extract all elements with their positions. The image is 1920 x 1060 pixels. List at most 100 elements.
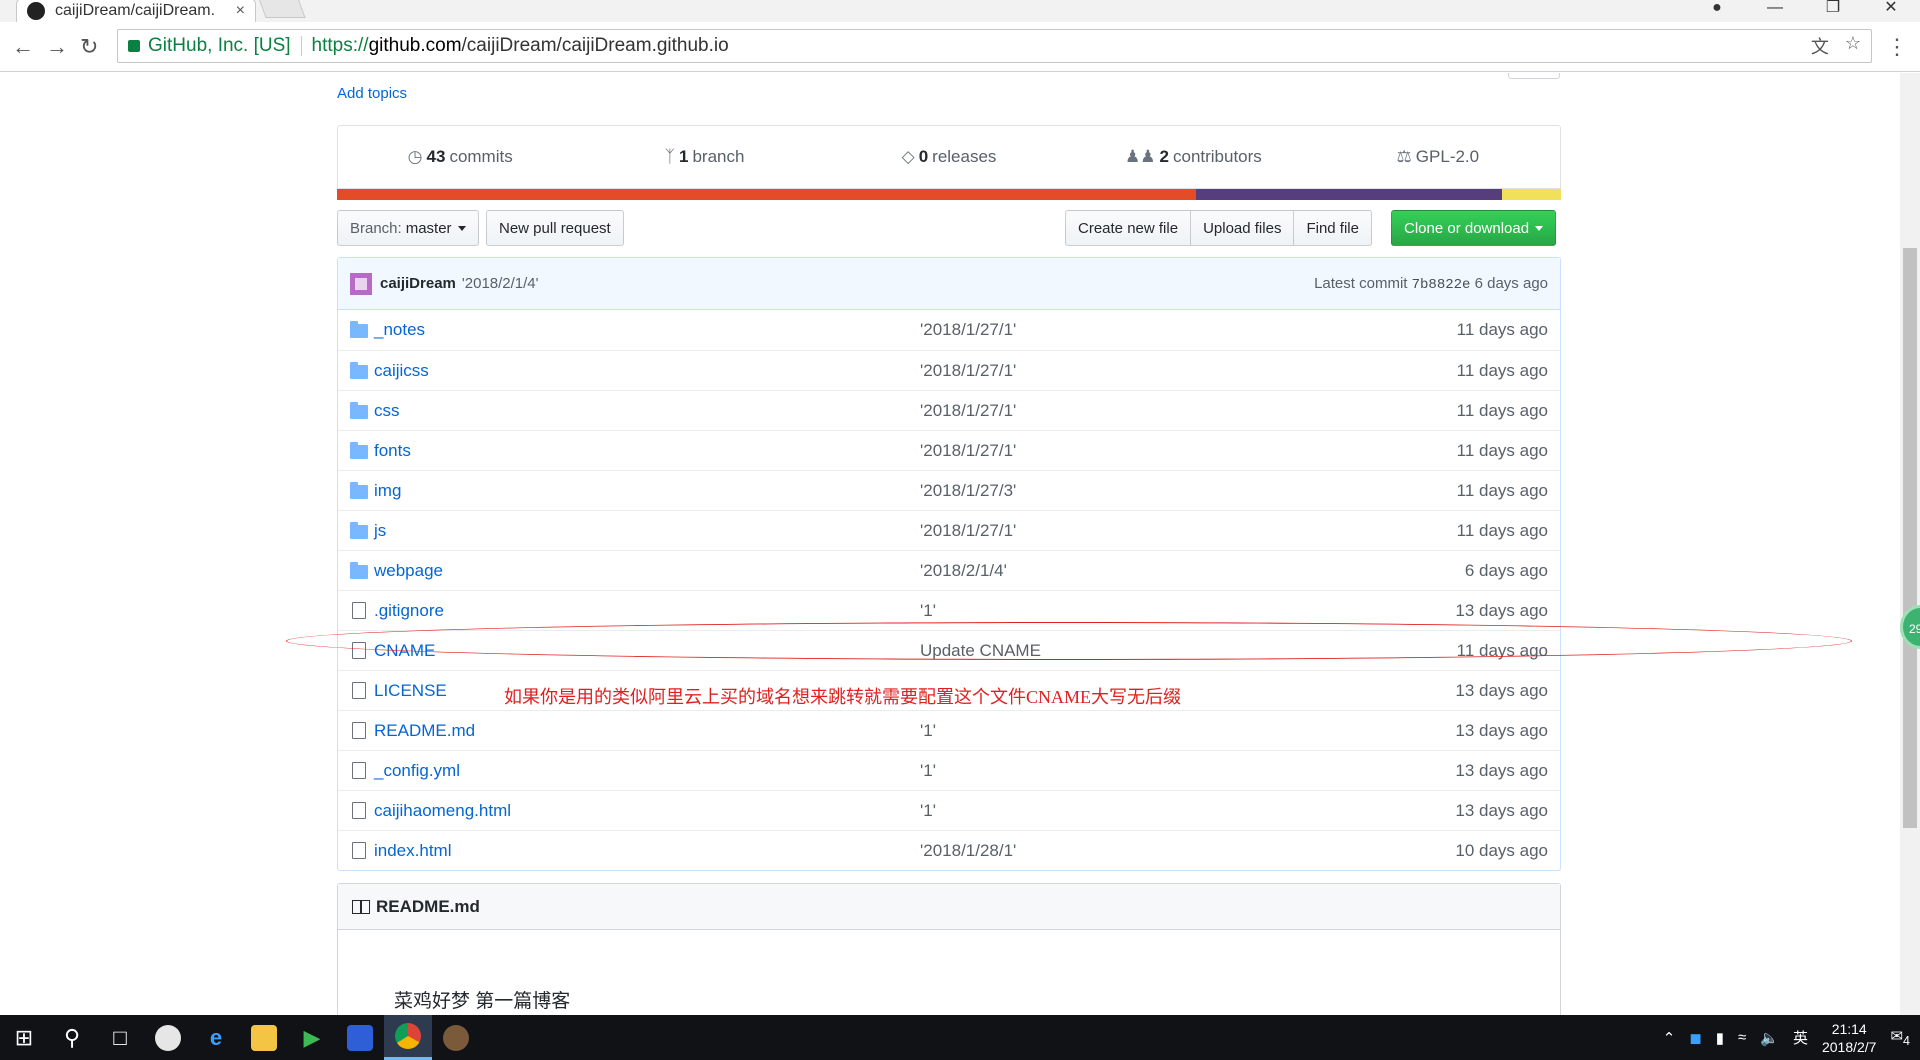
- file-row: _notes '2018/1/27/1' 11 days ago: [338, 310, 1560, 350]
- summary-branch[interactable]: ᛉ 1 branch: [582, 147, 826, 167]
- file-commit-message[interactable]: '2018/1/27/1': [920, 441, 1400, 461]
- file-commit-message[interactable]: '1': [920, 761, 1400, 781]
- upload-files-button[interactable]: Upload files: [1190, 210, 1295, 246]
- scrollbar-thumb[interactable]: [1903, 248, 1917, 828]
- game-app-icon[interactable]: [432, 1015, 480, 1060]
- search-icon[interactable]: ⚲: [48, 1015, 96, 1060]
- chevron-up-icon[interactable]: ⌃: [1663, 1029, 1676, 1047]
- file-commit-message[interactable]: Update CNAME: [920, 641, 1400, 661]
- url-scheme: https://: [311, 35, 369, 56]
- file-name-link[interactable]: js: [374, 521, 920, 541]
- wifi-icon[interactable]: ≈: [1738, 1029, 1746, 1046]
- latest-commit-bar: caijiDream '2018/2/1/4' Latest commit 7b…: [338, 258, 1560, 310]
- address-bar[interactable]: GitHub, Inc. [US] https://github.com/cai…: [117, 29, 1872, 63]
- forward-icon[interactable]: →: [46, 34, 68, 60]
- page-scrollbar[interactable]: [1900, 73, 1920, 1015]
- clock[interactable]: 21:14 2018/2/7: [1822, 1020, 1877, 1056]
- file-name-link[interactable]: .gitignore: [374, 601, 920, 621]
- language-segment[interactable]: [337, 189, 1197, 200]
- file-commit-message[interactable]: '1': [920, 721, 1400, 741]
- file-commit-message[interactable]: '1': [920, 601, 1400, 621]
- file-icon: [352, 762, 366, 779]
- file-commit-message[interactable]: '2018/1/27/1': [920, 521, 1400, 541]
- certificate-label: GitHub, Inc. [US]: [148, 35, 291, 56]
- folder-icon: [350, 361, 368, 379]
- maximize-button[interactable]: ❐: [1804, 0, 1862, 22]
- new-tab-button[interactable]: [258, 0, 306, 18]
- ie-browser-icon[interactable]: e: [192, 1015, 240, 1060]
- file-commit-message[interactable]: '2018/1/27/1': [920, 401, 1400, 421]
- file-commit-message[interactable]: '2018/1/27/1': [920, 320, 1400, 340]
- task-view-icon[interactable]: □: [96, 1015, 144, 1060]
- app-pinwheel-icon[interactable]: [144, 1015, 192, 1060]
- profile-icon[interactable]: ●: [1688, 0, 1746, 22]
- reload-icon[interactable]: ↻: [80, 34, 98, 60]
- file-commit-message[interactable]: '2018/1/27/3': [920, 481, 1400, 501]
- summary-commits[interactable]: ◷ 43 commits: [338, 147, 582, 167]
- browser-tabstrip: caijiDream/caijiDream. × ● — ❐ ✕: [0, 0, 1920, 22]
- back-icon[interactable]: ←: [12, 34, 34, 60]
- file-name-link[interactable]: CNAME: [374, 641, 920, 661]
- media-player-icon[interactable]: ▶: [288, 1015, 336, 1060]
- volume-icon[interactable]: 🔈: [1760, 1029, 1779, 1047]
- file-name-link[interactable]: caijicss: [374, 361, 920, 381]
- commit-sha[interactable]: 7b8822e: [1412, 277, 1471, 293]
- address-separator: [300, 36, 302, 56]
- book-icon: [352, 899, 370, 914]
- file-age: 11 days ago: [1456, 360, 1548, 380]
- translate-icon[interactable]: 文: [1811, 33, 1829, 59]
- file-commit-message[interactable]: '2018/1/27/1': [920, 361, 1400, 381]
- repo-edit-button[interactable]: [1508, 73, 1560, 79]
- star-icon[interactable]: ☆: [1845, 33, 1861, 59]
- avatar[interactable]: [350, 272, 372, 295]
- file-rows: _notes '2018/1/27/1' 11 days ago caijicss '2…: [338, 310, 1560, 870]
- notification-count: 4: [1903, 1034, 1910, 1048]
- minimize-button[interactable]: —: [1746, 0, 1804, 22]
- add-topics-link[interactable]: Add topics: [337, 85, 1561, 102]
- file-commit-message[interactable]: '2018/1/28/1': [920, 841, 1400, 861]
- file-name-link[interactable]: _config.yml: [374, 761, 920, 781]
- chrome-icon[interactable]: [384, 1015, 432, 1060]
- tab-close-icon[interactable]: ×: [236, 2, 245, 20]
- battery-icon[interactable]: ▮: [1716, 1029, 1724, 1047]
- baidu-paw-icon[interactable]: [336, 1015, 384, 1060]
- commit-author[interactable]: caijiDream: [380, 275, 456, 292]
- file-name-link[interactable]: css: [374, 401, 920, 421]
- file-age: 13 days ago: [1455, 720, 1548, 740]
- file-age: 11 days ago: [1456, 640, 1548, 660]
- new-pull-request-button[interactable]: New pull request: [486, 210, 624, 246]
- file-commit-message[interactable]: '2018/2/1/4': [920, 561, 1400, 581]
- summary-license[interactable]: ⚖ GPL-2.0: [1316, 147, 1560, 167]
- summary-contributors[interactable]: ♟♟ 2 contributors: [1071, 147, 1315, 167]
- file-commit-message[interactable]: '1': [920, 801, 1400, 821]
- file-name-link[interactable]: fonts: [374, 441, 920, 461]
- language-segment[interactable]: [1502, 189, 1561, 200]
- file-name-link[interactable]: _notes: [374, 320, 920, 340]
- file-row: _config.yml '1' 13 days ago: [338, 750, 1560, 790]
- language-segment[interactable]: [1196, 189, 1503, 200]
- menu-icon[interactable]: ⋮: [1886, 34, 1908, 60]
- create-new-file-button[interactable]: Create new file: [1065, 210, 1192, 246]
- file-explorer-icon[interactable]: [240, 1015, 288, 1060]
- close-window-button[interactable]: ✕: [1862, 0, 1920, 22]
- file-actions: Create new file Upload files Find file: [1065, 210, 1372, 246]
- find-file-button[interactable]: Find file: [1293, 210, 1372, 246]
- file-age: 13 days ago: [1455, 680, 1548, 700]
- browser-tab[interactable]: caijiDream/caijiDream. ×: [16, 0, 256, 22]
- windows-start-icon[interactable]: ⊞: [0, 1015, 48, 1060]
- notification-icon[interactable]: ✉4: [1890, 1027, 1910, 1048]
- file-name-link[interactable]: README.md: [374, 721, 920, 741]
- commit-message[interactable]: '2018/2/1/4': [462, 275, 539, 292]
- file-name-link[interactable]: caijihaomeng.html: [374, 801, 920, 821]
- file-name-link[interactable]: index.html: [374, 841, 920, 861]
- file-name-link[interactable]: img: [374, 481, 920, 501]
- clone-or-download-button[interactable]: Clone or download: [1391, 210, 1557, 246]
- branch-select-button[interactable]: Branch: master: [337, 210, 479, 246]
- language-bar[interactable]: [337, 189, 1561, 200]
- file-name-link[interactable]: webpage: [374, 561, 920, 581]
- file-age: 11 days ago: [1456, 320, 1548, 339]
- shield-icon[interactable]: ◼: [1689, 1029, 1701, 1047]
- summary-releases[interactable]: ◇ 0 releases: [827, 147, 1071, 167]
- file-row: css '2018/1/27/1' 11 days ago: [338, 390, 1560, 430]
- ime-indicator[interactable]: 英: [1793, 1027, 1808, 1048]
